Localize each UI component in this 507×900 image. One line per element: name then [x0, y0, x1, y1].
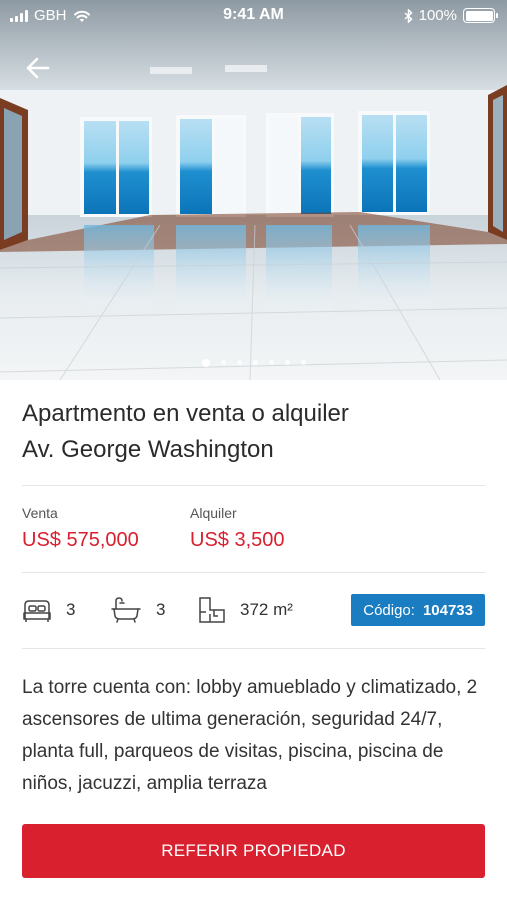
sale-label: Venta	[22, 505, 58, 521]
listing-title-line2: Av. George Washington	[22, 436, 274, 463]
page-dot[interactable]	[300, 360, 306, 365]
back-arrow-icon	[26, 57, 50, 79]
page-dot[interactable]	[220, 360, 226, 365]
listing-title: Apartmento en venta o alquiler Av. Georg…	[22, 396, 482, 468]
page-dot[interactable]	[236, 360, 242, 365]
battery-percent: 100%	[418, 7, 457, 24]
page-dot[interactable]	[201, 358, 210, 367]
page-dot[interactable]	[284, 360, 290, 365]
page-dot[interactable]	[268, 360, 274, 365]
code-value: 104733	[422, 601, 473, 619]
rent-label: Alquiler	[190, 505, 237, 521]
divider	[22, 572, 485, 573]
area-value: 372 m²	[240, 600, 293, 619]
back-button[interactable]	[18, 50, 58, 86]
bathrooms-feature: 3	[110, 592, 165, 628]
page-dot[interactable]	[252, 360, 258, 365]
property-description: La torre cuenta con: lobby amueblado y c…	[22, 677, 478, 794]
features-row: 3 3 372 m² Código: 104733	[22, 592, 485, 628]
bluetooth-icon	[404, 8, 413, 23]
bathrooms-count: 3	[156, 600, 166, 619]
property-photo-illustration	[0, 0, 507, 380]
bedrooms-feature: 3	[22, 592, 75, 628]
divider	[22, 485, 485, 486]
status-right: 100%	[404, 7, 498, 24]
gallery-pagination[interactable]	[0, 358, 507, 367]
bathtub-icon	[111, 597, 141, 623]
floorplan-icon	[199, 597, 225, 623]
rent-price: US$ 3,500	[190, 529, 285, 551]
sale-price-block: Venta US$ 575,000	[22, 505, 139, 552]
battery-icon	[463, 8, 498, 23]
bedrooms-count: 3	[66, 600, 76, 619]
bed-icon	[23, 600, 51, 622]
status-bar: GBH 9:41 AM 100%	[0, 0, 507, 32]
refer-property-button[interactable]: REFERIR PROPIEDAD	[22, 824, 485, 878]
area-feature: 372 m²	[198, 592, 293, 628]
property-photo[interactable]	[0, 0, 507, 380]
divider	[22, 648, 485, 649]
sale-price: US$ 575,000	[22, 529, 139, 551]
listing-title-line1: Apartmento en venta o alquiler	[22, 400, 349, 427]
rent-price-block: Alquiler US$ 3,500	[190, 505, 285, 552]
code-label: Código:	[363, 601, 415, 619]
property-code-badge: Código: 104733	[351, 594, 485, 626]
